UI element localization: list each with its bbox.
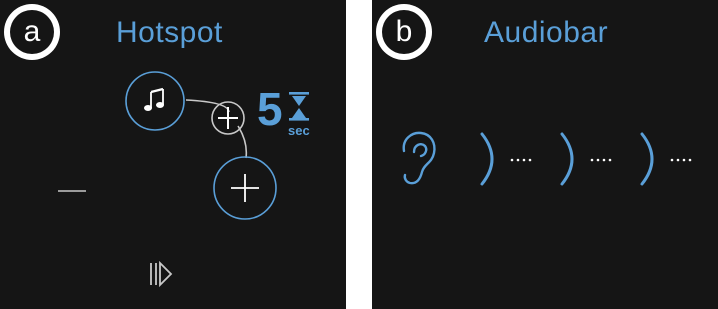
timer-value: 5 — [257, 83, 283, 135]
sound-wave-icon — [480, 132, 692, 186]
music-note-icon — [144, 87, 164, 111]
audiobar-graphic — [402, 131, 692, 186]
plus-button-small[interactable] — [211, 101, 245, 135]
hourglass-icon — [289, 92, 309, 121]
wave-segment — [640, 132, 692, 186]
hotspot-panel: a Hotspot 5 sec — [0, 0, 346, 309]
timer-unit: sec — [288, 123, 310, 138]
plus-button-large[interactable] — [213, 156, 277, 220]
hotspot-graphic — [58, 71, 309, 288]
wave-segment — [560, 132, 612, 186]
plus-icon — [218, 107, 238, 129]
music-note-button[interactable] — [125, 71, 185, 131]
audiobar-panel: b Audiobar — [372, 0, 718, 309]
plus-icon — [231, 174, 259, 202]
wave-segment — [480, 132, 532, 186]
connector-line — [185, 99, 230, 113]
play-next-icon[interactable] — [150, 260, 173, 288]
connector-line — [237, 125, 248, 159]
ear-icon — [402, 131, 436, 185]
